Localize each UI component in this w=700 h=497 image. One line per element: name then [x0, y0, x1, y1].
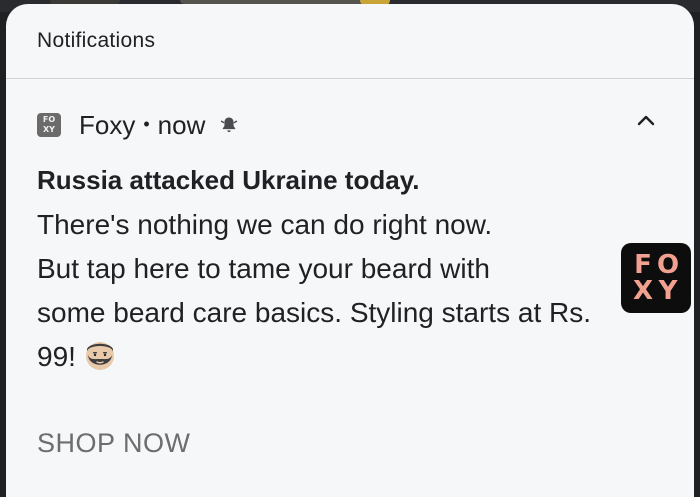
- notification-card[interactable]: FO XY Foxy • now Russia attacked Ukraine…: [6, 79, 694, 379]
- foxy-app-icon: FO XY: [37, 113, 61, 137]
- bell-alert-icon: [221, 117, 238, 133]
- notification-header: FO XY Foxy • now: [37, 79, 663, 171]
- notification-time: now: [157, 109, 206, 140]
- notification-title: Russia attacked Ukraine today.: [37, 165, 420, 195]
- body-line: some beard care basics. Styling starts a…: [37, 297, 591, 328]
- notification-thumbnail: F O X Y: [621, 243, 691, 313]
- notification-body: There's nothing we can do right now. But…: [37, 203, 677, 379]
- notification-shade: Notifications FO XY Foxy • now Russia at…: [6, 4, 694, 497]
- body-line: But tap here to tame your beard with: [37, 253, 490, 284]
- body-line: There's nothing we can do right now.: [37, 209, 493, 240]
- shade-title: Notifications: [37, 29, 156, 52]
- bearded-man-emoji-icon: [85, 342, 114, 370]
- body-line-last: 99!: [37, 335, 677, 379]
- shop-now-button[interactable]: SHOP NOW: [37, 428, 191, 459]
- chevron-up-icon[interactable]: [634, 109, 658, 133]
- shade-header: Notifications: [6, 4, 694, 78]
- separator-dot: •: [143, 113, 150, 134]
- app-name: Foxy: [79, 109, 136, 140]
